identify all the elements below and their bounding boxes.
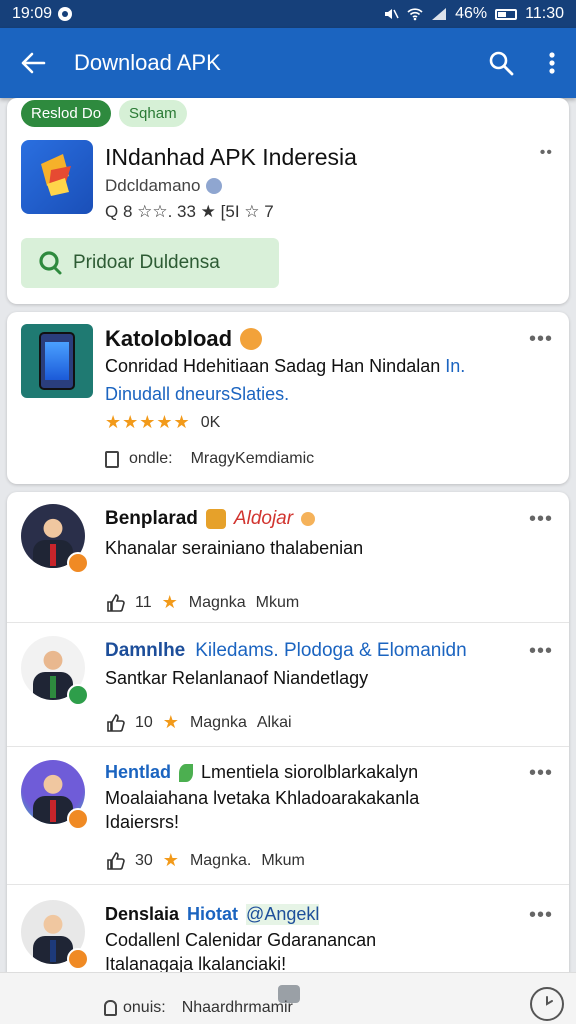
featured-footer: ondle: MragyKemdiamic — [105, 450, 314, 468]
review-author-name: Benplarad Aldojar — [105, 508, 316, 530]
leaf-icon — [179, 763, 194, 782]
featured-link[interactable]: In. — [445, 356, 465, 376]
bottom-label: onuis: Nhaardhrmamir — [104, 999, 293, 1017]
rating-count: 0K — [200, 413, 221, 431]
back-arrow-icon[interactable] — [20, 52, 46, 74]
like-icon[interactable] — [105, 713, 125, 733]
review-author-name: Hentlad Lmentiela siorolblarkakalyn — [105, 762, 419, 782]
avatar-badge-icon — [67, 808, 89, 830]
like-count: 10 — [135, 713, 153, 731]
app-logo-icon — [41, 154, 71, 196]
review-author-name: Denslaia Hiotat @Angekl — [105, 904, 320, 925]
avatar-badge-icon — [67, 948, 89, 970]
featured-more-icon[interactable]: ••• — [529, 328, 553, 351]
doc-icon — [105, 450, 119, 468]
status-time-right: 11:30 — [525, 5, 564, 22]
review-author-name: Damnlhe Kiledams. Plodoga & Elomanidn — [105, 640, 467, 661]
signal-icon — [432, 8, 447, 20]
review-author: Mkum — [261, 851, 305, 869]
review-category: Magnka — [189, 713, 247, 731]
avatar-badge-icon — [67, 684, 89, 706]
review-more-icon[interactable]: ••• — [529, 508, 553, 531]
review-text: Codallenl Calenidar Gdaranancan — [105, 930, 377, 950]
review-category: Magnka. — [189, 851, 252, 869]
mute-icon — [385, 9, 399, 19]
status-time: 19:09 — [12, 5, 53, 22]
featured-title: Katolobload — [105, 326, 263, 352]
star-icon: ★ — [162, 712, 180, 732]
review-author: Mkum — [255, 593, 300, 611]
battery-icon — [495, 8, 518, 20]
like-icon[interactable] — [105, 593, 125, 613]
featured-rating: ★★★★★ 0K — [105, 412, 220, 433]
download-circle-icon — [39, 251, 62, 275]
featured-thumbnail[interactable] — [21, 324, 93, 398]
doc-icon — [104, 1000, 117, 1016]
app-header-card: Reslod Do Sqham INdanhad APK Inderesia D… — [7, 98, 569, 304]
review-tag-icon — [301, 512, 316, 526]
review-more-icon[interactable]: ••• — [529, 904, 553, 927]
avatar-badge-icon — [67, 552, 89, 574]
review-author: Alkai — [256, 713, 292, 731]
notification-icon — [58, 7, 73, 21]
review-badge-icon — [205, 509, 226, 529]
chip-reload[interactable]: Reslod Do — [21, 100, 112, 127]
status-bar: 19:09 46% 11:30 — [0, 0, 576, 28]
star-icon: ★ — [162, 850, 180, 870]
divider — [7, 746, 569, 747]
review-more-icon[interactable]: ••• — [529, 762, 553, 785]
app-bar: Download APK — [0, 28, 576, 98]
reviews-card: Benplarad Aldojar ••• Khanalar serainian… — [7, 492, 569, 982]
chip-sqham[interactable]: Sqham — [119, 100, 187, 127]
more-vert-icon[interactable] — [548, 51, 556, 75]
badge-icon — [240, 328, 263, 350]
featured-card: Katolobload ••• Conridad Hdehitiaan Sada… — [7, 312, 569, 484]
review-category: Magnka — [188, 593, 246, 611]
review-meta: 30 ★ Magnka. Mkum — [105, 850, 305, 871]
wifi-icon — [407, 8, 423, 21]
featured-line-1: Conridad Hdehitiaan Sadag Han Nindalan I… — [105, 356, 466, 376]
app-meta: Q 8 ☆☆. 33 ★ [5I ☆ 7 — [105, 202, 274, 221]
page-title: Download APK — [74, 50, 221, 75]
review-text: Moalaiahana lvetaka Khladoarakakanla — [105, 788, 420, 808]
review-more-icon[interactable]: ••• — [529, 640, 553, 663]
review-meta: 11 ★ Magnka Mkum — [105, 592, 299, 613]
search-icon[interactable] — [488, 50, 514, 76]
divider — [7, 884, 569, 885]
battery-percent: 46% — [455, 5, 488, 22]
review-text-2: Idaiersrs! — [105, 812, 180, 832]
primary-download-button[interactable]: Pridoar Duldensa — [21, 238, 279, 288]
featured-line-2[interactable]: Dinudall dneursSlaties. — [105, 384, 289, 405]
review-meta: 10 ★ Magnka Alkai — [105, 712, 292, 733]
app-icon — [21, 140, 93, 214]
divider — [7, 622, 569, 623]
verified-icon — [206, 178, 223, 194]
app-name: INdanhad APK Inderesia — [105, 144, 357, 170]
rating-stars: ★★★★★ — [105, 412, 191, 432]
like-count: 11 — [135, 593, 152, 611]
star-icon: ★ — [161, 592, 179, 612]
clock-icon[interactable] — [530, 987, 564, 1021]
more-icon[interactable]: •• — [540, 144, 553, 162]
bottom-bar: onuis: Nhaardhrmamir — [0, 972, 576, 1024]
like-count: 30 — [135, 851, 153, 869]
like-icon[interactable] — [105, 851, 125, 871]
review-text: Khanalar serainiano thalabenian — [105, 538, 364, 558]
developer-name: Ddcldamano — [105, 176, 223, 196]
review-text: Santkar Relanlanaof Niandetlagy — [105, 668, 369, 688]
